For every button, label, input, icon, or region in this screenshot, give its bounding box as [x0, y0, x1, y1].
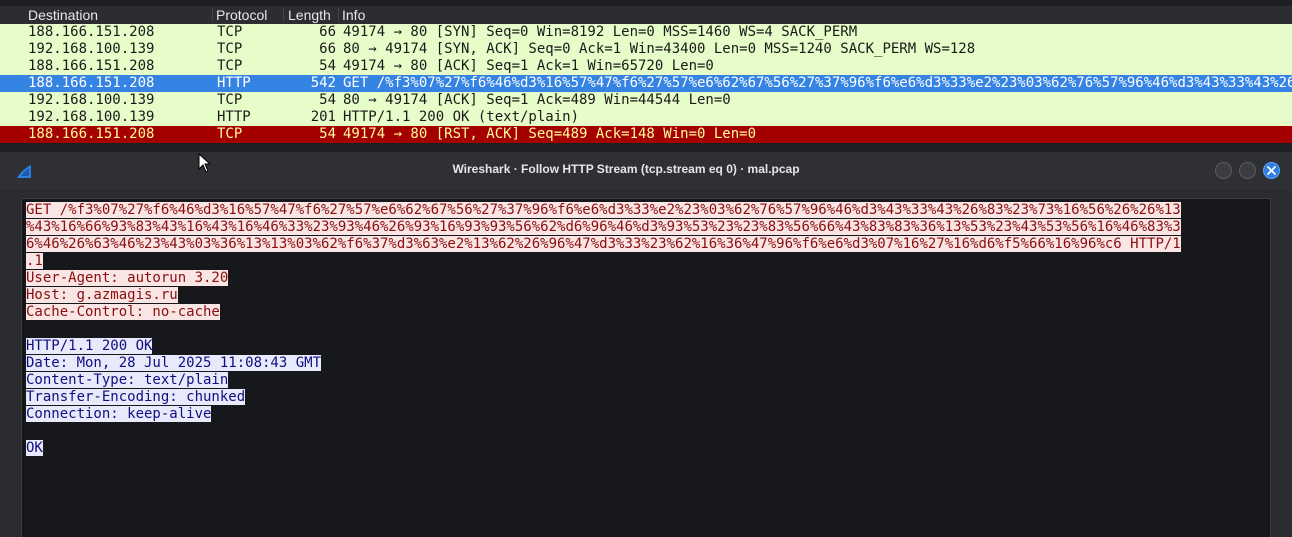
packet-row[interactable]: 188.166.151.208 TCP 54 49174 → 80 [ACK] Seq…: [0, 58, 1292, 75]
packet-length: 66: [319, 24, 336, 40]
packet-info: 80 → 49174 [SYN, ACK] Seq=0 Ack=1 Win=43…: [343, 41, 976, 57]
packet-length: 542: [310, 75, 336, 91]
response-line: Transfer-Encoding: chunked: [26, 389, 1266, 406]
column-protocol[interactable]: Protocol: [216, 7, 267, 23]
packet-list-header: Destination Protocol Length Info: [0, 6, 1292, 25]
response-line-text: Date: Mon, 28 Jul 2025 11:08:43 GMT: [26, 355, 322, 371]
column-destination[interactable]: Destination: [28, 7, 98, 23]
request-line: 6%46%26%63%46%23%43%03%36%13%13%03%62%f6…: [26, 236, 1266, 253]
request-line: Host: g.azmagis.ru: [26, 287, 1266, 304]
request-line: %43%16%66%93%83%43%16%43%16%46%33%23%93%…: [26, 219, 1266, 236]
request-line-text: .1: [26, 253, 43, 269]
packet-info: HTTP/1.1 200 OK (text/plain): [343, 109, 580, 125]
packet-destination: 192.168.100.139: [28, 109, 155, 125]
response-line: HTTP/1.1 200 OK: [26, 338, 1266, 355]
packet-row[interactable]: 188.166.151.208 TCP 54 49174 → 80 [RST, ACK…: [0, 126, 1292, 143]
packet-info: GET /%f3%07%27%f6%46%d3%16%57%47%f6%27%5…: [343, 75, 1292, 91]
packet-length: 54: [319, 126, 336, 142]
response-line-text: HTTP/1.1 200 OK: [26, 338, 153, 354]
request-line-text: Cache-Control: no-cache: [26, 304, 220, 320]
packet-protocol: TCP: [217, 126, 243, 142]
packet-destination: 188.166.151.208: [28, 24, 155, 40]
packet-protocol: TCP: [217, 24, 243, 40]
dialog-titlebar[interactable]: Wireshark · Follow HTTP Stream (tcp.stre…: [0, 152, 1292, 190]
request-line-text: %43%16%66%93%83%43%16%43%16%46%33%23%93%…: [26, 219, 1181, 235]
response-line: Connection: keep-alive: [26, 406, 1266, 423]
request-line-text: GET /%f3%07%27%f6%46%d3%16%57%47%f6%27%5…: [26, 202, 1181, 218]
response-body: OK: [26, 440, 1266, 457]
request-line: User-Agent: autorun 3.20: [26, 270, 1266, 287]
packet-protocol: HTTP: [217, 75, 251, 91]
packet-destination: 192.168.100.139: [28, 92, 155, 108]
response-line: Date: Mon, 28 Jul 2025 11:08:43 GMT: [26, 355, 1266, 372]
packet-destination: 192.168.100.139: [28, 41, 155, 57]
request-line: Cache-Control: no-cache: [26, 304, 1266, 321]
request-line: GET /%f3%07%27%f6%46%d3%16%57%47%f6%27%5…: [26, 202, 1266, 219]
close-button[interactable]: [1263, 162, 1280, 179]
packet-destination: 188.166.151.208: [28, 126, 155, 142]
packet-length: 66: [319, 41, 336, 57]
column-info[interactable]: Info: [342, 7, 365, 23]
packet-length: 54: [319, 92, 336, 108]
request-line: .1: [26, 253, 1266, 270]
response-line-text: Content-Type: text/plain: [26, 372, 229, 388]
close-icon: [1267, 166, 1276, 175]
packet-protocol: TCP: [217, 92, 243, 108]
packet-length: 201: [310, 109, 336, 125]
packet-row[interactable]: 188.166.151.208 TCP 66 49174 → 80 [SYN] Seq…: [0, 24, 1292, 41]
packet-row[interactable]: 192.168.100.139 HTTP 201 HTTP/1.1 200 OK (t…: [0, 109, 1292, 126]
response-line-text: Connection: keep-alive: [26, 406, 212, 422]
stream-content-area[interactable]: GET /%f3%07%27%f6%46%d3%16%57%47%f6%27%5…: [21, 198, 1271, 537]
request-line-text: User-Agent: autorun 3.20: [26, 270, 229, 286]
request-line-text: Host: g.azmagis.ru: [26, 287, 178, 303]
packet-row[interactable]: 188.166.151.208 HTTP 542 GET /%f3%07%27%f6%…: [0, 75, 1292, 92]
packet-list[interactable]: Destination Protocol Length Info 188.166…: [0, 0, 1292, 145]
follow-stream-dialog: Wireshark · Follow HTTP Stream (tcp.stre…: [0, 152, 1292, 537]
dialog-title: Wireshark · Follow HTTP Stream (tcp.stre…: [452, 162, 800, 176]
response-body-text: OK: [26, 440, 43, 456]
packet-row[interactable]: 192.168.100.139 TCP 66 80 → 49174 [SYN, ACK…: [0, 41, 1292, 58]
packet-length: 54: [319, 58, 336, 74]
mouse-pointer-icon: [198, 153, 212, 173]
packet-destination: 188.166.151.208: [28, 75, 155, 91]
packet-rows: 188.166.151.208 TCP 66 49174 → 80 [SYN] Seq…: [0, 24, 1292, 143]
response-line-text: Transfer-Encoding: chunked: [26, 389, 246, 405]
packet-row[interactable]: 192.168.100.139 TCP 54 80 → 49174 [ACK] Seq…: [0, 92, 1292, 109]
packet-info: 80 → 49174 [ACK] Seq=1 Ack=489 Win=44544…: [343, 92, 731, 108]
packet-protocol: HTTP: [217, 109, 251, 125]
packet-protocol: TCP: [217, 41, 243, 57]
response-line: Content-Type: text/plain: [26, 372, 1266, 389]
packet-info: 49174 → 80 [RST, ACK] Seq=489 Ack=148 Wi…: [343, 126, 757, 142]
maximize-button[interactable]: [1239, 162, 1256, 179]
stream-text: GET /%f3%07%27%f6%46%d3%16%57%47%f6%27%5…: [26, 202, 1266, 457]
packet-info: 49174 → 80 [SYN] Seq=0 Win=8192 Len=0 MS…: [343, 24, 858, 40]
packet-info: 49174 → 80 [ACK] Seq=1 Ack=1 Win=65720 L…: [343, 58, 714, 74]
packet-destination: 188.166.151.208: [28, 58, 155, 74]
minimize-button[interactable]: [1215, 162, 1232, 179]
request-line-text: 6%46%26%63%46%23%43%03%36%13%13%03%62%f6…: [26, 236, 1181, 252]
column-length[interactable]: Length: [288, 7, 331, 23]
packet-protocol: TCP: [217, 58, 243, 74]
